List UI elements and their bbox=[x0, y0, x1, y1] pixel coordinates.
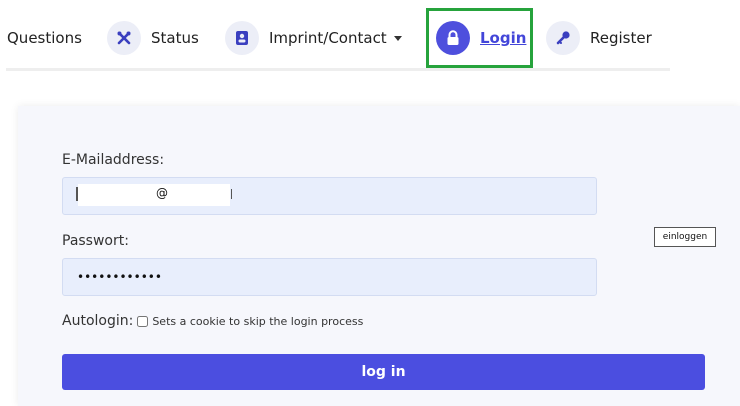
lock-icon bbox=[436, 21, 470, 55]
autologin-checkbox[interactable] bbox=[137, 315, 149, 327]
email-visible-text: @ bbox=[156, 186, 168, 200]
nav-label-imprint: Imprint/Contact bbox=[269, 29, 387, 47]
login-tooltip: einloggen bbox=[654, 227, 716, 247]
chevron-down-icon bbox=[393, 35, 402, 41]
top-navigation: Questions Status Imprint/Contact Login R… bbox=[0, 0, 740, 76]
redaction-edge-right bbox=[231, 189, 232, 199]
contact-book-icon bbox=[225, 21, 259, 55]
autologin-hint: Sets a cookie to skip the login process bbox=[152, 314, 364, 328]
tools-icon bbox=[107, 21, 141, 55]
nav-item-status[interactable]: Status bbox=[107, 20, 199, 56]
password-label: Passwort: bbox=[62, 233, 129, 249]
redacted-email-mask bbox=[78, 184, 230, 206]
password-field[interactable] bbox=[62, 258, 597, 296]
nav-label-login: Login bbox=[480, 29, 527, 47]
nav-item-login[interactable]: Login bbox=[436, 20, 526, 56]
nav-item-imprint[interactable]: Imprint/Contact bbox=[225, 20, 402, 56]
login-button[interactable]: log in bbox=[62, 354, 705, 390]
autologin-row: Autologin: Sets a cookie to skip the log… bbox=[62, 313, 363, 329]
key-icon bbox=[546, 21, 580, 55]
autologin-label: Autologin: bbox=[62, 313, 134, 329]
nav-divider bbox=[6, 68, 670, 71]
redaction-edge-left bbox=[76, 187, 78, 201]
nav-label-register: Register bbox=[590, 29, 652, 47]
email-label: E-Mailaddress: bbox=[62, 152, 165, 168]
nav-label-status: Status bbox=[151, 29, 199, 47]
nav-label-questions: Questions bbox=[7, 29, 82, 47]
nav-item-register[interactable]: Register bbox=[546, 20, 652, 56]
nav-item-questions[interactable]: Questions bbox=[7, 20, 82, 56]
